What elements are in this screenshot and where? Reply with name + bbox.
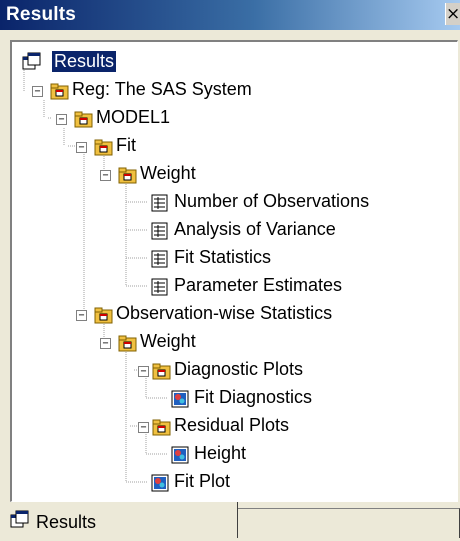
table-icon <box>151 222 168 240</box>
collapse-toggle[interactable]: − <box>100 338 111 349</box>
folder-icon <box>152 419 171 436</box>
tree-label-diagnostic-plots: Diagnostic Plots <box>174 359 304 379</box>
tree-label-fit-plot: Fit Plot <box>174 471 231 491</box>
tree-label-observation-wise-statistics: Observation-wise Statistics <box>116 303 333 323</box>
tree-label-weight: Weight <box>140 331 196 351</box>
collapse-toggle[interactable]: − <box>138 422 149 433</box>
tree-label-residual-plots: Residual Plots <box>174 415 290 435</box>
table-icon <box>151 194 168 212</box>
graph-icon <box>171 390 189 408</box>
folder-icon <box>50 83 69 100</box>
folder-icon <box>118 335 137 352</box>
close-button[interactable]: × <box>445 3 460 25</box>
tab-empty[interactable] <box>238 508 460 538</box>
collapse-toggle[interactable]: − <box>56 114 67 125</box>
tree-label-weight: Weight <box>140 163 196 183</box>
tree-node-fit-statistics[interactable]: Fit Statistics <box>150 246 440 272</box>
graph-icon <box>171 446 189 464</box>
tree-label-results: Results <box>50 50 118 73</box>
results-tree[interactable]: Results − Reg: The SAS System − MODEL1 −… <box>10 40 458 502</box>
results-window-icon <box>22 52 41 70</box>
collapse-toggle[interactable]: − <box>32 86 43 97</box>
tree-node-number-of-observations[interactable]: Number of Observations <box>150 190 440 216</box>
title-bar[interactable]: Results × <box>0 0 460 30</box>
tree-node-observation-wise-statistics[interactable]: − Observation-wise Statistics <box>76 302 416 328</box>
tree-label-height: Height <box>194 443 247 463</box>
tab-results[interactable]: Results <box>2 502 238 538</box>
graph-icon <box>151 474 169 492</box>
tree-label-model1: MODEL1 <box>96 107 171 127</box>
folder-icon <box>74 111 93 128</box>
folder-icon <box>94 307 113 324</box>
tree-node-obs-weight[interactable]: − Weight <box>100 330 240 356</box>
tree-label-fit: Fit <box>116 135 136 155</box>
tab-results-label: Results <box>36 512 97 532</box>
results-window-icon <box>10 510 29 528</box>
tree-node-model1[interactable]: − MODEL1 <box>56 106 236 132</box>
folder-icon <box>94 139 113 156</box>
tree-label-number-of-observations: Number of Observations <box>174 191 370 211</box>
table-icon <box>151 278 168 296</box>
tree-label-analysis-of-variance: Analysis of Variance <box>174 219 336 239</box>
tree-label-fit-statistics: Fit Statistics <box>174 247 272 267</box>
tree-node-analysis-of-variance[interactable]: Analysis of Variance <box>150 218 440 244</box>
tree-node-results[interactable]: Results <box>22 50 142 76</box>
tree-node-fit-plot[interactable]: Fit Plot <box>150 470 300 496</box>
tree-node-reg[interactable]: − Reg: The SAS System <box>32 78 312 104</box>
collapse-toggle[interactable]: − <box>76 142 87 153</box>
tree-label-parameter-estimates: Parameter Estimates <box>174 275 343 295</box>
tree-node-diagnostic-plots[interactable]: − Diagnostic Plots <box>138 358 358 384</box>
folder-icon <box>152 363 171 380</box>
tree-node-parameter-estimates[interactable]: Parameter Estimates <box>150 274 440 300</box>
tree-label-fit-diagnostics: Fit Diagnostics <box>194 387 313 407</box>
results-window: Results × Results − Reg: The SAS System … <box>0 0 460 541</box>
tree-label-reg: Reg: The SAS System <box>72 79 252 99</box>
tree-node-fit[interactable]: − Fit <box>76 134 176 160</box>
tree-node-fit-diagnostics[interactable]: Fit Diagnostics <box>170 386 390 412</box>
folder-icon <box>118 167 137 184</box>
collapse-toggle[interactable]: − <box>100 170 111 181</box>
collapse-toggle[interactable]: − <box>138 366 149 377</box>
window-title: Results <box>6 4 77 25</box>
bottom-tab-bar: Results <box>0 502 460 541</box>
table-icon <box>151 250 168 268</box>
collapse-toggle[interactable]: − <box>76 310 87 321</box>
tree-node-fit-weight[interactable]: − Weight <box>100 162 240 188</box>
tree-node-residual-plots[interactable]: − Residual Plots <box>138 414 358 440</box>
tree-node-height[interactable]: Height <box>170 442 320 468</box>
